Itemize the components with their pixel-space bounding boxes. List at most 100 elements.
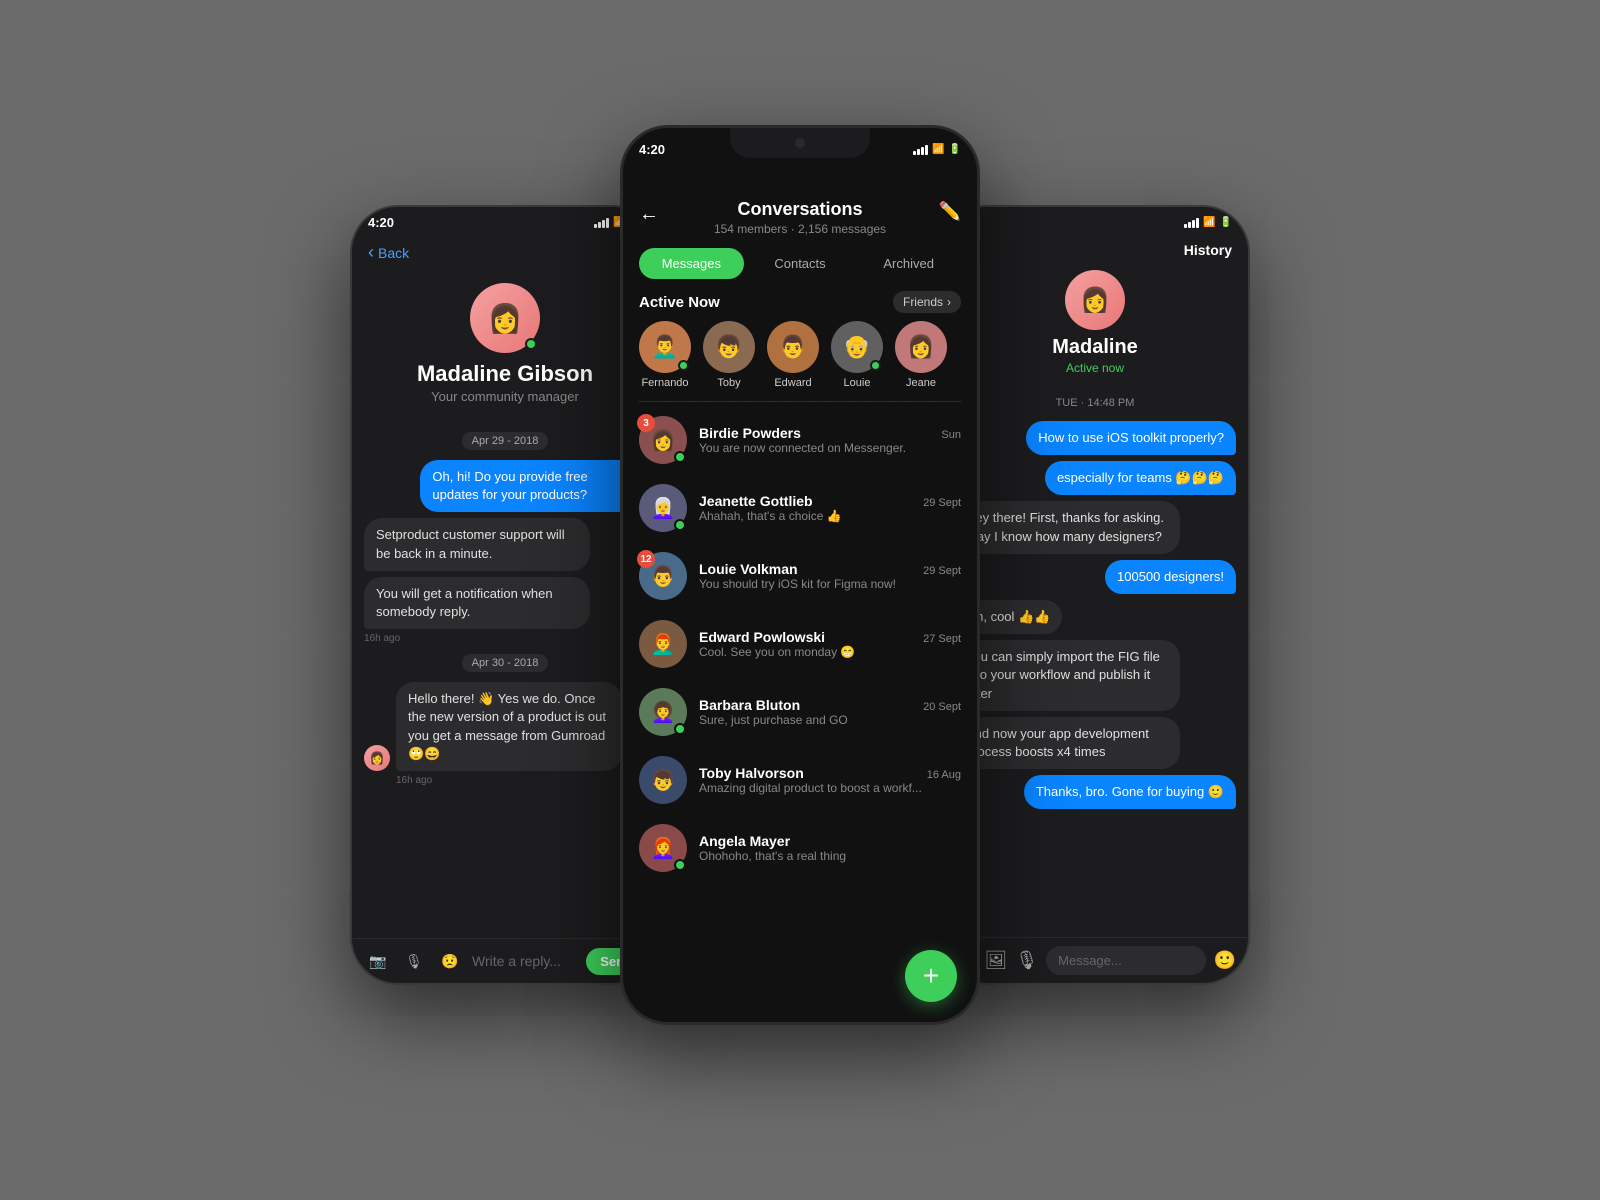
conv-avatar-toby: 👦 xyxy=(639,756,687,804)
rmsg-6: You can simply import the FIG file into … xyxy=(954,640,1180,711)
image-icon-right[interactable]: 🖼 xyxy=(984,950,1007,971)
active-user-louie: 👴 Louie xyxy=(831,321,883,389)
fab-add-button[interactable]: + xyxy=(905,950,957,1002)
conv-info-toby: Toby Halvorson 16 Aug Amazing digital pr… xyxy=(699,765,961,795)
name-fernando: Fernando xyxy=(641,377,688,389)
right-chat: TUE · 14:48 PM How to use iOS toolkit pr… xyxy=(942,385,1248,937)
edit-icon-center[interactable]: ✏️ xyxy=(939,201,961,222)
conv-item-louie[interactable]: 👨 12 Louie Volkman 29 Sept You should tr… xyxy=(623,542,977,610)
rmsg-2: especially for teams 🤔🤔🤔 xyxy=(1045,461,1236,495)
date-chip-2: Apr 30 - 2018 xyxy=(462,654,549,672)
camera-dot xyxy=(795,138,805,148)
online-birdie xyxy=(674,451,686,463)
conv-name-toby: Toby Halvorson xyxy=(699,765,804,781)
avatar-edward: 👨 xyxy=(767,321,819,373)
history-button[interactable]: History xyxy=(1184,242,1232,258)
conv-date-barbara: 20 Sept xyxy=(923,701,961,713)
back-arrow-center[interactable]: ← xyxy=(639,203,659,226)
conv-info-jeanette: Jeanette Gottlieb 29 Sept Ahahah, that's… xyxy=(699,493,961,523)
conv-item-angela[interactable]: 👩‍🦰 Angela Mayer Ohohoho, that's a real … xyxy=(623,814,977,882)
conv-name-louie: Louie Volkman xyxy=(699,561,798,577)
conv-avatar-birdie: 👩 3 xyxy=(639,416,687,464)
conv-item-jeanette[interactable]: 👩‍🦳 Jeanette Gottlieb 29 Sept Ahahah, th… xyxy=(623,474,977,542)
message-input-right[interactable]: Message... xyxy=(1046,946,1205,975)
tab-archived[interactable]: Archived xyxy=(856,248,961,279)
back-button-left[interactable]: ‹ Back xyxy=(368,242,409,263)
right-profile: 👩 Madaline Active now xyxy=(942,270,1248,385)
conv-info-edward: Edward Powlowski 27 Sept Cool. See you o… xyxy=(699,629,961,659)
status-bar-right: :20 📶 🔋 xyxy=(942,207,1248,234)
rmsg-3: Hey there! First, thanks for asking. May… xyxy=(954,501,1180,553)
conv-item-barbara[interactable]: 👩‍🦱 Barbara Bluton 20 Sept Sure, just pu… xyxy=(623,678,977,746)
conv-date-jeanette: 29 Sept xyxy=(923,497,961,509)
signal-center xyxy=(913,145,928,155)
emoji-icon-right[interactable]: 🙂 xyxy=(1214,950,1236,971)
online-dot-louie xyxy=(870,360,881,371)
msg-recv-3: Hello there! 👋 Yes we do. Once the new v… xyxy=(396,682,622,771)
emoji-icon-left[interactable]: 😟 xyxy=(436,947,464,975)
phone-left: 4:20 📶 🔋 ‹ Back xyxy=(350,205,660,985)
msg-time-1: 16h ago xyxy=(364,633,400,644)
friends-button[interactable]: Friends › xyxy=(893,291,961,313)
conv-item-edward[interactable]: 👨‍🦰 Edward Powlowski 27 Sept Cool. See y… xyxy=(623,610,977,678)
conv-msg-angela: Ohohoho, that's a real thing xyxy=(699,849,961,863)
conv-item-toby[interactable]: 👦 Toby Halvorson 16 Aug Amazing digital … xyxy=(623,746,977,814)
active-user-edward: 👨 Edward xyxy=(767,321,819,389)
camera-icon-left[interactable]: 📷 xyxy=(364,947,392,975)
conversations-title: Conversations xyxy=(639,199,961,220)
msg-recv-2: You will get a notification when somebod… xyxy=(364,577,590,629)
profile-subtitle-left: Your community manager xyxy=(431,389,579,404)
status-icons-right: 📶 🔋 xyxy=(1184,217,1232,228)
conv-msg-edward: Cool. See you on monday 😁 xyxy=(699,645,961,659)
online-jeanette xyxy=(674,519,686,531)
conv-avatar-barbara: 👩‍🦱 xyxy=(639,688,687,736)
conv-name-jeanette: Jeanette Gottlieb xyxy=(699,493,813,509)
online-barbara xyxy=(674,723,686,735)
chat-day-label: TUE · 14:48 PM xyxy=(954,391,1236,415)
avatar-fernando: 👨‍🦱 xyxy=(639,321,691,373)
avatar-toby: 👦 xyxy=(703,321,755,373)
avatar-louie: 👴 xyxy=(831,321,883,373)
conversations-header: ← Conversations 154 members · 2,156 mess… xyxy=(623,161,977,248)
status-bar-left: 4:20 📶 🔋 xyxy=(352,207,658,234)
conv-item-birdie[interactable]: 👩 3 Birdie Powders Sun You are now conne… xyxy=(623,406,977,474)
mic-icon-left[interactable]: 🎙 xyxy=(400,947,428,975)
active-users-row: 👨‍🦱 Fernando 👦 Toby 👨 Edward xyxy=(623,321,977,401)
conv-date-edward: 27 Sept xyxy=(923,633,961,645)
mic-icon-right[interactable]: 🎙 xyxy=(1015,950,1038,971)
chevron-right-icon: › xyxy=(947,295,951,309)
avatar-emoji-left: 👩 xyxy=(488,302,523,335)
badge-louie: 12 xyxy=(637,550,655,568)
conv-msg-jeanette: Ahahah, that's a choice 👍 xyxy=(699,509,961,523)
rmsg-1: How to use iOS toolkit properly? xyxy=(1026,421,1236,455)
online-indicator-left xyxy=(525,338,537,350)
msg-recv-1: Setproduct customer support will be back… xyxy=(364,518,590,570)
right-profile-name: Madaline xyxy=(1052,336,1138,359)
conv-msg-louie: You should try iOS kit for Figma now! xyxy=(699,577,961,591)
conv-msg-barbara: Sure, just purchase and GO xyxy=(699,713,961,727)
conv-msg-toby: Amazing digital product to boost a workf… xyxy=(699,781,961,795)
name-louie: Louie xyxy=(844,377,871,389)
name-toby: Toby xyxy=(717,377,740,389)
phones-container: 4:20 📶 🔋 ‹ Back xyxy=(350,125,1250,1075)
active-now-label: Active Now xyxy=(639,294,720,311)
conv-date-louie: 29 Sept xyxy=(923,565,961,577)
chat-input-left: 📷 🎙 😟 Write a reply... Send xyxy=(352,938,658,983)
wifi-icon-right: 📶 xyxy=(1203,217,1215,228)
conv-info-barbara: Barbara Bluton 20 Sept Sure, just purcha… xyxy=(699,697,961,727)
conv-info-angela: Angela Mayer Ohohoho, that's a real thin… xyxy=(699,833,961,863)
conv-name-angela: Angela Mayer xyxy=(699,833,790,849)
conv-avatar-louie: 👨 12 xyxy=(639,552,687,600)
avatar-left: 👩 xyxy=(470,283,540,353)
tab-messages[interactable]: Messages xyxy=(639,248,744,279)
right-input-bar: 📷 🖼 🎙 Message... 🙂 xyxy=(942,937,1248,983)
phone-right: :20 📶 🔋 k History xyxy=(940,205,1250,985)
tab-contacts[interactable]: Contacts xyxy=(748,248,853,279)
battery-icon-center: 🔋 xyxy=(949,144,961,155)
online-angela xyxy=(674,859,686,871)
active-user-fernando: 👨‍🦱 Fernando xyxy=(639,321,691,389)
active-now-header: Active Now Friends › xyxy=(623,291,977,321)
conv-avatar-jeanette: 👩‍🦳 xyxy=(639,484,687,532)
small-avatar-left: 👩 xyxy=(364,745,390,771)
reply-input-left[interactable]: Write a reply... xyxy=(472,953,578,969)
